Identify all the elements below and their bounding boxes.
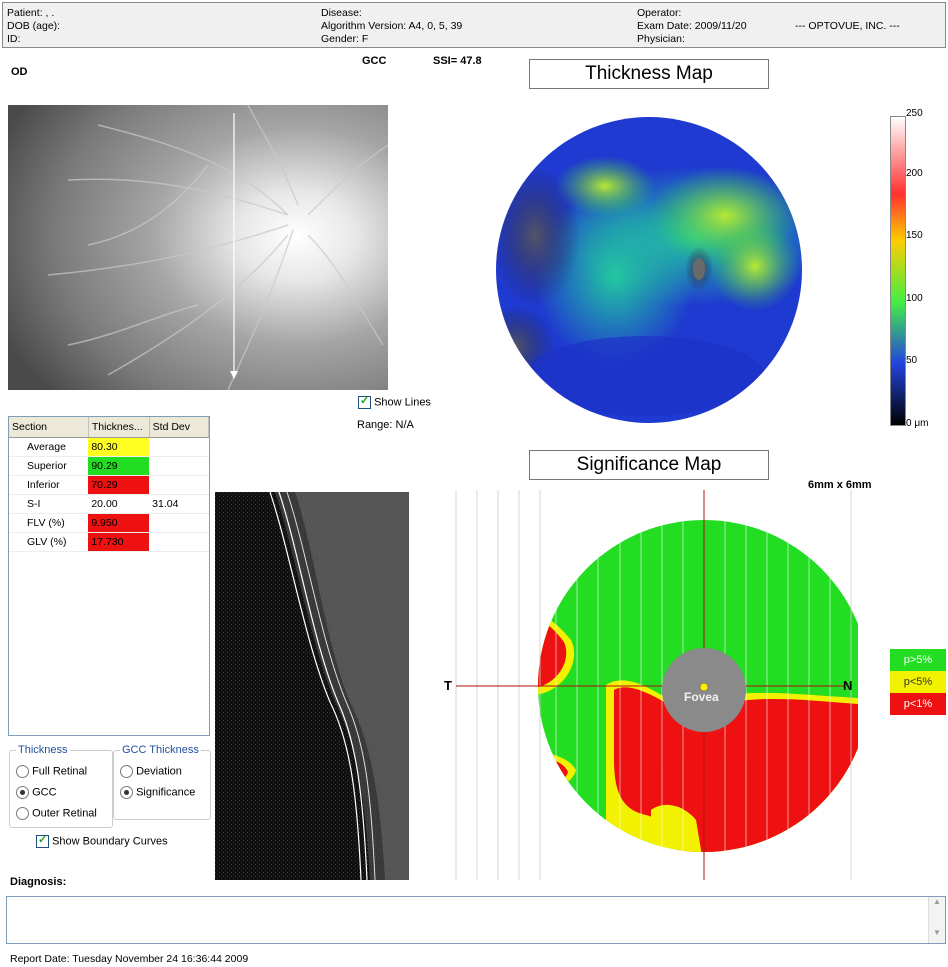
oct-bscan-image	[215, 492, 409, 880]
report-date: Report Date: Tuesday November 24 16:36:4…	[10, 953, 249, 965]
col-std-dev[interactable]: Std Dev	[149, 417, 209, 438]
range-label: Range: N/A	[357, 419, 414, 431]
show-boundary-checkbox[interactable]: Show Boundary Curves	[36, 833, 168, 848]
radio-significance[interactable]: Significance	[120, 786, 204, 799]
significance-map-title: Significance Map	[529, 450, 769, 480]
significance-map	[446, 490, 858, 880]
row-thickness-cell: 70.29	[88, 475, 150, 495]
diagnosis-textarea[interactable]: ▲ ▼	[6, 896, 946, 944]
table-row[interactable]: S-I 20.00 31.04	[9, 494, 209, 514]
radio-deviation[interactable]: Deviation	[120, 765, 204, 778]
row-thickness-cell: 17.730	[88, 532, 150, 552]
nasal-label: N	[843, 678, 853, 693]
fovea-label: Fovea	[684, 690, 719, 704]
col-section[interactable]: Section	[9, 417, 89, 438]
algorithm-version: Algorithm Version: A4, 0, 5, 39	[321, 20, 463, 32]
show-boundary-label: Show Boundary Curves	[52, 835, 168, 848]
patient-dob: DOB (age):	[7, 20, 61, 32]
row-section-cell: FLV (%)	[9, 513, 89, 533]
thickness-group-legend: Thickness	[18, 744, 68, 756]
radio-label: Outer Retinal	[32, 807, 97, 820]
section-table: Section Thicknes... Std Dev Average 80.30…	[9, 417, 209, 552]
radio-selected-icon[interactable]	[16, 786, 29, 799]
ssi-value: SSI= 47.8	[433, 55, 482, 67]
show-lines-label: Show Lines	[374, 396, 431, 409]
row-std-cell: 31.04	[149, 494, 209, 514]
row-thickness-cell: 90.29	[88, 456, 150, 476]
legend-p-gt-5: p>5%	[890, 649, 946, 671]
radio-label: Full Retinal	[32, 765, 88, 778]
patient-id: ID:	[7, 33, 21, 45]
row-std-cell	[149, 437, 209, 457]
table-row[interactable]: Superior 90.29	[9, 456, 209, 476]
show-lines-check-icon[interactable]	[358, 394, 371, 409]
row-section-cell: Inferior	[9, 475, 89, 495]
radio-selected-icon[interactable]	[120, 786, 133, 799]
radio-circle-icon[interactable]	[16, 765, 29, 778]
scan-type: GCC	[362, 55, 387, 67]
row-section-cell: Average	[9, 437, 89, 457]
radio-full-retinal[interactable]: Full Retinal	[16, 765, 106, 778]
thickness-map-title: Thickness Map	[529, 59, 769, 89]
row-thickness-cell: 20.00	[88, 494, 150, 514]
row-std-cell	[149, 513, 209, 533]
company-name: --- OPTOVUE, INC. ---	[795, 20, 900, 32]
radio-outer-retinal[interactable]: Outer Retinal	[16, 807, 106, 820]
gcc-group-legend: GCC Thickness	[122, 744, 199, 756]
physician: Physician:	[637, 33, 685, 45]
section-table-panel: Section Thicknes... Std Dev Average 80.30…	[8, 416, 210, 736]
row-std-cell	[149, 532, 209, 552]
table-row[interactable]: GLV (%) 17.730	[9, 532, 209, 552]
col-thickness[interactable]: Thicknes...	[88, 417, 150, 438]
table-row[interactable]: Average 80.30	[9, 437, 209, 457]
scale-tick: 0 μm	[906, 418, 929, 429]
radio-gcc[interactable]: GCC	[16, 786, 106, 799]
table-row[interactable]: Inferior 70.29	[9, 475, 209, 495]
scale-tick: 100	[906, 293, 923, 304]
row-std-cell	[149, 456, 209, 476]
row-section-cell: S-I	[9, 494, 89, 514]
thickness-group: Thickness Full Retinal GCC Outer Retinal	[9, 744, 113, 828]
diagnosis-label: Diagnosis:	[10, 876, 67, 888]
scale-tick: 250	[906, 108, 923, 119]
fundus-image	[8, 105, 388, 390]
scale-tick: 150	[906, 230, 923, 241]
radio-label: Deviation	[136, 765, 182, 778]
show-boundary-check-icon[interactable]	[36, 833, 49, 848]
radio-circle-icon[interactable]	[120, 765, 133, 778]
legend-p-lt-5: p<5%	[890, 671, 946, 693]
scroll-up-icon[interactable]: ▲	[929, 897, 945, 912]
temporal-label: T	[444, 678, 452, 693]
scale-tick: 200	[906, 168, 923, 179]
row-section-cell: Superior	[9, 456, 89, 476]
radio-label: GCC	[32, 786, 57, 799]
significance-legend: p>5% p<5% p<1%	[890, 649, 946, 715]
thickness-color-scale	[890, 116, 906, 426]
row-std-cell	[149, 475, 209, 495]
gcc-thickness-group: GCC Thickness Deviation Significance	[113, 744, 211, 820]
diagnosis-scrollbar[interactable]: ▲ ▼	[928, 897, 945, 943]
radio-label: Significance	[136, 786, 196, 799]
disease: Disease:	[321, 7, 362, 19]
row-thickness-cell: 80.30	[88, 437, 150, 457]
gender: Gender: F	[321, 33, 369, 45]
row-thickness-cell: 9.950	[88, 513, 150, 533]
scroll-down-icon[interactable]: ▼	[929, 928, 945, 943]
radio-circle-icon[interactable]	[16, 807, 29, 820]
exam-date: Exam Date: 2009/11/20	[637, 20, 747, 32]
thickness-scale-ticks: 250 200 150 100 50 0 μm	[906, 108, 948, 432]
show-lines-checkbox[interactable]: Show Lines	[358, 394, 431, 409]
patient-header: Patient: , . DOB (age): ID: Disease: Alg…	[2, 2, 946, 48]
legend-p-lt-1: p<1%	[890, 693, 946, 715]
row-section-cell: GLV (%)	[9, 532, 89, 552]
thickness-map	[495, 116, 803, 424]
table-row[interactable]: FLV (%) 9.950	[9, 513, 209, 533]
eye-label: OD	[11, 66, 28, 78]
scale-tick: 50	[906, 355, 918, 366]
operator: Operator:	[637, 7, 682, 19]
patient-name: Patient: , .	[7, 7, 55, 19]
